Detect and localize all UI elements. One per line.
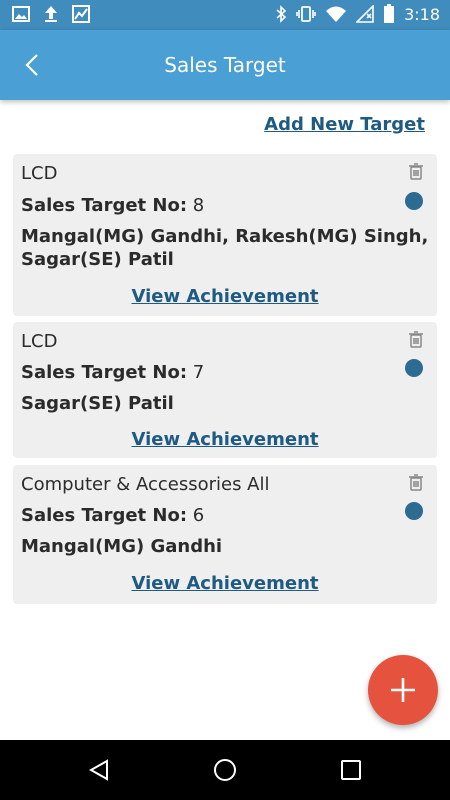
target-no-value: 6 [192,505,205,526]
home-circle-icon[interactable] [213,758,237,782]
card-target-number: Sales Target No: 6 [21,505,204,526]
no-signal-icon [356,5,374,23]
recents-square-icon[interactable] [339,758,363,782]
status-dot [405,502,423,520]
vibrate-icon [296,6,316,22]
view-achievement-link[interactable]: View Achievement [13,286,437,307]
upload-icon [45,6,57,22]
target-no-label: Sales Target No: [21,362,188,383]
trash-icon[interactable] [407,162,425,180]
wifi-icon [326,6,347,22]
chart-icon [72,5,90,23]
status-dot [405,192,423,210]
app-bar: Sales Target [0,30,450,100]
status-bar: 3:18 [0,0,450,30]
target-no-label: Sales Target No: [21,195,188,216]
card-target-number: Sales Target No: 7 [21,362,204,383]
view-achievement-link[interactable]: View Achievement [13,429,437,450]
target-card[interactable]: LCD Sales Target No: 8 Mangal(MG) Gandhi… [13,154,437,316]
target-no-value: 8 [192,195,205,216]
status-left-icons [12,5,90,23]
card-assignees: Mangal(MG) Gandhi, Rakesh(MG) Singh, Sag… [21,226,429,270]
status-right-icons: 3:18 [275,4,440,24]
target-card[interactable]: LCD Sales Target No: 7 Sagar(SE) Patil V… [13,322,437,458]
image-icon [12,6,30,22]
card-category: Computer & Accessories All [21,474,270,495]
card-target-number: Sales Target No: 8 [21,195,204,216]
add-target-fab[interactable] [368,655,438,725]
target-no-value: 7 [192,362,205,383]
navigation-bar [0,740,450,800]
card-assignees: Mangal(MG) Gandhi [21,536,223,557]
view-achievement-link[interactable]: View Achievement [13,573,437,594]
status-time: 3:18 [404,4,440,24]
trash-icon[interactable] [407,330,425,348]
card-category: LCD [21,331,58,352]
status-dot [405,359,423,377]
page-title: Sales Target [164,53,286,77]
battery-icon [384,4,395,23]
bluetooth-icon [276,5,287,23]
plus-icon [391,678,415,702]
target-no-label: Sales Target No: [21,505,188,526]
card-category: LCD [21,163,58,184]
target-card[interactable]: Computer & Accessories All Sales Target … [13,465,437,604]
back-triangle-icon[interactable] [87,758,111,782]
add-new-target-link[interactable]: Add New Target [264,114,425,135]
card-assignees: Sagar(SE) Patil [21,393,174,414]
trash-icon[interactable] [407,473,425,491]
